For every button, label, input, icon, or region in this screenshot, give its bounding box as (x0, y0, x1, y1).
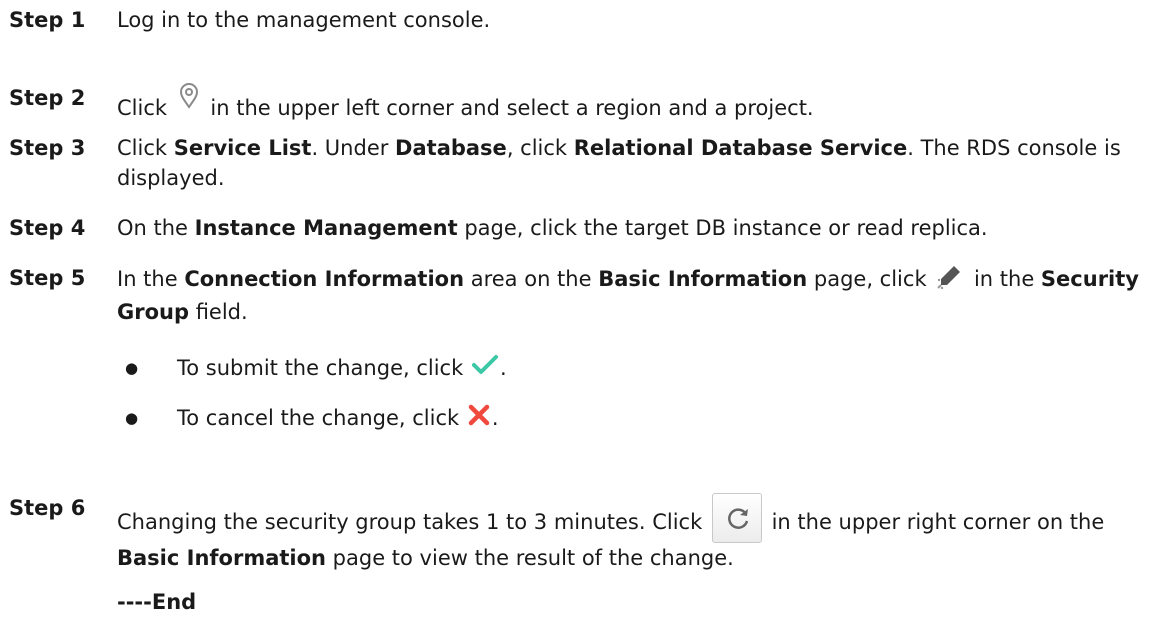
step-text: In the Connection Information area on th… (117, 263, 1147, 327)
ui-term: Database (395, 136, 507, 160)
step-label: Step 2 (9, 86, 86, 110)
pencil-edit-icon (937, 263, 963, 297)
step-4: Step 4 On the Instance Management page, … (9, 213, 1147, 243)
location-pin-icon (178, 83, 200, 117)
step-text: Changing the security group takes 1 to 3… (117, 493, 1147, 573)
ui-term: Basic Information (598, 267, 808, 291)
ui-term: Basic Information (117, 546, 326, 570)
end-marker: ----End (117, 590, 197, 614)
step-6: Step 6 Changing the security group takes… (9, 493, 1147, 573)
cross-icon (468, 404, 490, 434)
ui-term: Relational Database Service (573, 136, 908, 160)
step-1: Step 1 Log in to the management console. (9, 5, 1147, 35)
step-text: Click in the upper left corner and selec… (117, 83, 1147, 123)
bullet-dot: ● (125, 359, 139, 377)
step-2: Step 2 Click in the upper left corner an… (9, 83, 1147, 123)
step-3: Step 3 Click Service List. Under Databas… (9, 133, 1147, 193)
step-label: Step 4 (9, 216, 86, 240)
ui-term: Connection Information (184, 267, 465, 291)
ui-term: Instance Management (194, 216, 458, 240)
list-item: ● To submit the change, click . (117, 353, 1147, 384)
step-label: Step 6 (9, 496, 86, 520)
step-label: Step 5 (9, 266, 86, 290)
step-5: Step 5 In the Connection Information are… (9, 263, 1147, 327)
list-item: ● To cancel the change, click . (117, 403, 1147, 434)
refresh-icon (728, 508, 749, 529)
step-label: Step 1 (9, 8, 86, 32)
step-text: On the Instance Management page, click t… (117, 216, 988, 240)
bullet-dot: ● (125, 409, 139, 427)
step-text: Click Service List. Under Database, clic… (117, 136, 1121, 190)
step-text: Log in to the management console. (117, 8, 491, 32)
step-label: Step 3 (9, 136, 86, 160)
ui-term: Service List (173, 136, 312, 160)
checkmark-icon (471, 354, 498, 384)
refresh-button[interactable] (711, 493, 762, 543)
